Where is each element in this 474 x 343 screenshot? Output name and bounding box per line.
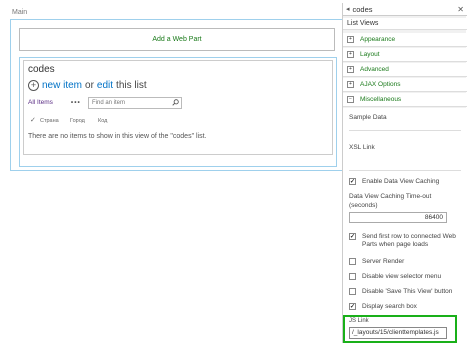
display-search-box-checkbox[interactable]: ✓	[349, 303, 356, 310]
xsl-link-label[interactable]: XSL Link	[349, 144, 375, 151]
search-placeholder: Find an item	[92, 100, 126, 106]
miscellaneous-body: Sample Data XSL Link ✓ Enable Data View C…	[343, 108, 467, 343]
category-label: Layout	[360, 51, 380, 58]
caching-timeout-label: Data View Caching Time-out (seconds)	[349, 193, 432, 209]
column-header-city[interactable]: Город	[70, 118, 85, 124]
view-menu-ellipsis[interactable]: •••	[71, 99, 81, 106]
column-header-country[interactable]: Страна	[40, 118, 59, 124]
server-render-checkbox[interactable]	[349, 258, 356, 265]
js-link-label: JS Link	[349, 318, 369, 324]
list-view-webpart[interactable]: codes + new item or edit this list All I…	[19, 57, 337, 167]
category-miscellaneous[interactable]: − Miscellaneous	[343, 93, 467, 107]
enable-caching-label: Enable Data View Caching	[362, 178, 440, 185]
expand-icon[interactable]: +	[347, 81, 354, 88]
column-header-code[interactable]: Код	[98, 118, 107, 124]
category-advanced[interactable]: + Advanced	[343, 63, 467, 77]
disable-save-view-row[interactable]: Disable 'Save This View' button	[349, 288, 452, 296]
divider	[349, 130, 461, 131]
zone-label: Main	[12, 9, 28, 16]
caching-timeout-input[interactable]: 86400	[349, 212, 447, 223]
command-line: + new item or edit this list	[28, 80, 150, 91]
expand-icon[interactable]: +	[347, 66, 354, 73]
send-first-row-row[interactable]: ✓ Send first row to connected Web Parts w…	[349, 233, 459, 249]
disable-view-selector-checkbox[interactable]	[349, 273, 356, 280]
category-appearance[interactable]: + Appearance	[343, 33, 467, 47]
disable-save-view-checkbox[interactable]	[349, 288, 356, 295]
js-link-input[interactable]: /_layouts/15/clienttemplates.js	[349, 327, 447, 339]
collapse-icon[interactable]: −	[347, 96, 354, 103]
send-first-row-checkbox[interactable]: ✓	[349, 233, 356, 240]
display-search-box-label: Display search box	[362, 303, 417, 310]
expand-icon[interactable]: +	[347, 51, 354, 58]
empty-list-message: There are no items to show in this view …	[28, 133, 207, 140]
category-label: AJAX Options	[360, 81, 401, 88]
sample-data-label[interactable]: Sample Data	[349, 114, 387, 121]
expand-icon[interactable]: +	[347, 36, 354, 43]
disable-view-selector-row[interactable]: Disable view selector menu	[349, 273, 441, 281]
category-label: Advanced	[360, 66, 389, 73]
enable-caching-checkbox[interactable]: ✓	[349, 178, 356, 185]
view-selector: All Items •••	[28, 99, 81, 106]
tool-pane: ◂ codes ✕ List Views + Appearance + Layout…	[342, 3, 467, 343]
new-item-link[interactable]: new item	[42, 80, 82, 91]
this-list-text: this list	[116, 80, 147, 91]
select-all-check-icon[interactable]: ✓	[30, 116, 36, 124]
edit-link[interactable]: edit	[97, 80, 113, 91]
disable-save-view-label: Disable 'Save This View' button	[362, 288, 453, 295]
category-label: Appearance	[360, 36, 396, 43]
js-link-highlight: JS Link /_layouts/15/clienttemplates.js	[343, 315, 457, 343]
category-ajax-options[interactable]: + AJAX Options	[343, 78, 467, 92]
server-render-row[interactable]: Server Render	[349, 258, 404, 266]
search-icon[interactable]	[172, 99, 179, 106]
add-icon[interactable]: +	[28, 80, 39, 91]
category-label: Miscellaneous	[360, 96, 402, 103]
divider	[349, 170, 461, 171]
back-icon[interactable]: ◂	[346, 5, 350, 13]
close-icon[interactable]: ✕	[457, 5, 464, 14]
category-layout[interactable]: + Layout	[343, 48, 467, 62]
display-search-box-row[interactable]: ✓ Display search box	[349, 303, 417, 311]
tool-pane-header: ◂ codes ✕	[343, 3, 467, 16]
server-render-label: Server Render	[362, 258, 405, 265]
disable-view-selector-label: Disable view selector menu	[362, 273, 442, 280]
enable-caching-row[interactable]: ✓ Enable Data View Caching	[349, 178, 439, 186]
webpart-zone-main: Add a Web Part codes + new item or edit …	[10, 19, 343, 171]
all-items-view[interactable]: All Items	[28, 99, 53, 106]
webpart-body: codes + new item or edit this list All I…	[23, 60, 333, 155]
section-list-views[interactable]: List Views	[343, 18, 467, 30]
tool-pane-title: codes	[352, 4, 373, 14]
search-input[interactable]: Find an item	[88, 97, 182, 109]
add-webpart-button[interactable]: Add a Web Part	[19, 28, 335, 51]
webpart-title[interactable]: codes	[28, 64, 55, 75]
send-first-row-label: Send first row to connected Web Parts wh…	[362, 233, 456, 248]
or-text: or	[85, 80, 94, 91]
